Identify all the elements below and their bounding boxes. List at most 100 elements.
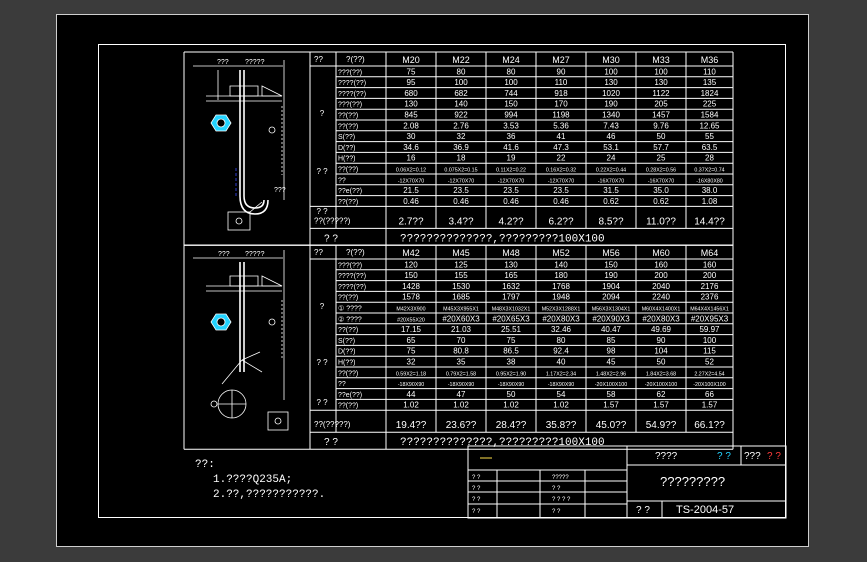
table-cell: 23.5 [553, 186, 569, 195]
table-cell: 2040 [652, 282, 670, 291]
table-cell: 80.8 [453, 347, 469, 356]
table-cell: 680 [404, 89, 418, 98]
row-label: S(??) [338, 338, 355, 345]
table-cell: 0.37X2=0.74 [694, 168, 724, 174]
table-cell: 21.03 [451, 325, 472, 334]
table-cell: 150 [504, 100, 518, 109]
table-cell: #20X80X3 [642, 314, 680, 323]
table-cell: 0.06X2=0.12 [396, 168, 426, 174]
table-cell: 0.22X2=0.44 [596, 168, 626, 174]
table-cell: 150 [604, 260, 618, 269]
row-label: ??e(??) [338, 188, 362, 195]
table-cell: 75 [507, 336, 516, 345]
table-cell: 35 [457, 358, 466, 367]
table-cell: 200 [654, 271, 668, 280]
table-cell: 1.57 [603, 401, 619, 410]
table-cell: 155 [454, 271, 468, 280]
table-cell: 23.5 [503, 186, 519, 195]
table-cell: 1.02 [553, 401, 569, 410]
table-cell: 120 [404, 260, 418, 269]
table-cell: 0.46 [453, 197, 469, 206]
size-col-M42: M42 [402, 248, 420, 258]
table-cell: 9.76 [653, 121, 669, 130]
group-label: ? ? [316, 358, 328, 367]
table-cell: 140 [454, 100, 468, 109]
table-cell: 41.6 [503, 143, 519, 152]
table-cell: 50 [657, 358, 666, 367]
dim-top-a-2: ??? [218, 251, 230, 258]
table-cell: 0.95X2=1.90 [496, 371, 526, 377]
table-cell: 918 [554, 89, 568, 98]
table-cell: 24 [607, 154, 616, 163]
table-cell: 135 [703, 78, 717, 87]
table-cell: 2176 [701, 282, 719, 291]
table-cell: 17.15 [401, 325, 422, 334]
table-cell: 2.76 [453, 121, 469, 130]
note-left: ? ? [324, 437, 338, 448]
total-cell: 23.6?? [446, 420, 477, 431]
table-cell: -18X90X90 [548, 382, 575, 388]
table-cell: 100 [454, 78, 468, 87]
total-cell: 35.8?? [546, 420, 577, 431]
size-header-b: ?(??) [346, 248, 365, 257]
row-label: ????(??) [338, 284, 366, 291]
table-cell: 31.5 [603, 186, 619, 195]
row-label: ① ???? [338, 305, 362, 313]
table-cell: 1122 [652, 89, 670, 98]
table-cell: -16X80X80 [696, 178, 723, 184]
size-col-M24: M24 [502, 55, 520, 65]
table-cell: 1.84X2=3.68 [646, 371, 676, 377]
size-col-M20: M20 [402, 55, 420, 65]
notes-line-1: 1.????Q235A; [213, 474, 293, 486]
table-cell: 125 [454, 260, 468, 269]
size-col-M64: M64 [701, 248, 719, 258]
table-cell: 32 [457, 132, 466, 141]
table-cell: -12X70X70 [548, 178, 575, 184]
table-cell: M45X3X955X1 [443, 307, 479, 313]
notes-title: ??: [195, 459, 215, 471]
table-cell: 75 [407, 67, 416, 76]
table-cell: 52 [705, 358, 714, 367]
total-cell: 19.4?? [396, 420, 427, 431]
table-cell: 90 [557, 67, 566, 76]
total-cell: 3.4?? [448, 216, 473, 227]
table-cell: #20X55X20 [397, 317, 425, 323]
row-label: ??(??) [338, 199, 358, 206]
table-cell: 1457 [652, 111, 670, 120]
table-cell: 90 [657, 336, 666, 345]
table-cell: 150 [404, 271, 418, 280]
table-cell: 35.0 [653, 186, 669, 195]
group-label: ? [320, 109, 325, 118]
table-cell: 34.6 [403, 143, 419, 152]
table-cell: 0.62 [603, 197, 619, 206]
total-cell: 28.4?? [496, 420, 527, 431]
row-label: ???(??) [338, 262, 362, 269]
table-cell: 1.02 [403, 401, 419, 410]
notes-line-2: 2.??,???????????. [213, 489, 326, 501]
row-label: H(??) [338, 156, 356, 163]
table-cell: 95 [407, 78, 416, 87]
note-text: ??????????????,?????????100X100 [400, 437, 605, 449]
table-cell: 53.1 [603, 143, 619, 152]
table-cell: 130 [654, 78, 668, 87]
dim-top-a: ??? [217, 59, 229, 66]
table-cell: 0.62 [653, 197, 669, 206]
row-label: H(??) [338, 360, 356, 367]
size-col-M45: M45 [452, 248, 470, 258]
anchor-bolt-detail-1 [193, 60, 285, 231]
size-col-M36: M36 [701, 55, 719, 65]
table-cell: 130 [504, 260, 518, 269]
table-cell: 28 [705, 154, 714, 163]
table-cell: #20X95X3 [691, 314, 729, 323]
row-label: ??(??) [338, 295, 358, 302]
table-cell: 5.36 [553, 121, 569, 130]
table-cell: 0.11X2=0.22 [496, 168, 526, 174]
table-cell: 59.97 [699, 325, 720, 334]
table-cell: -18X90X90 [498, 382, 525, 388]
table-cell: 2376 [701, 293, 719, 302]
table-cell: M48X3X1032X1 [492, 307, 531, 313]
table-cell: 190 [604, 271, 618, 280]
table-cell: 63.5 [702, 143, 718, 152]
table-cell: 12.65 [699, 121, 720, 130]
table-cell: 922 [454, 111, 468, 120]
